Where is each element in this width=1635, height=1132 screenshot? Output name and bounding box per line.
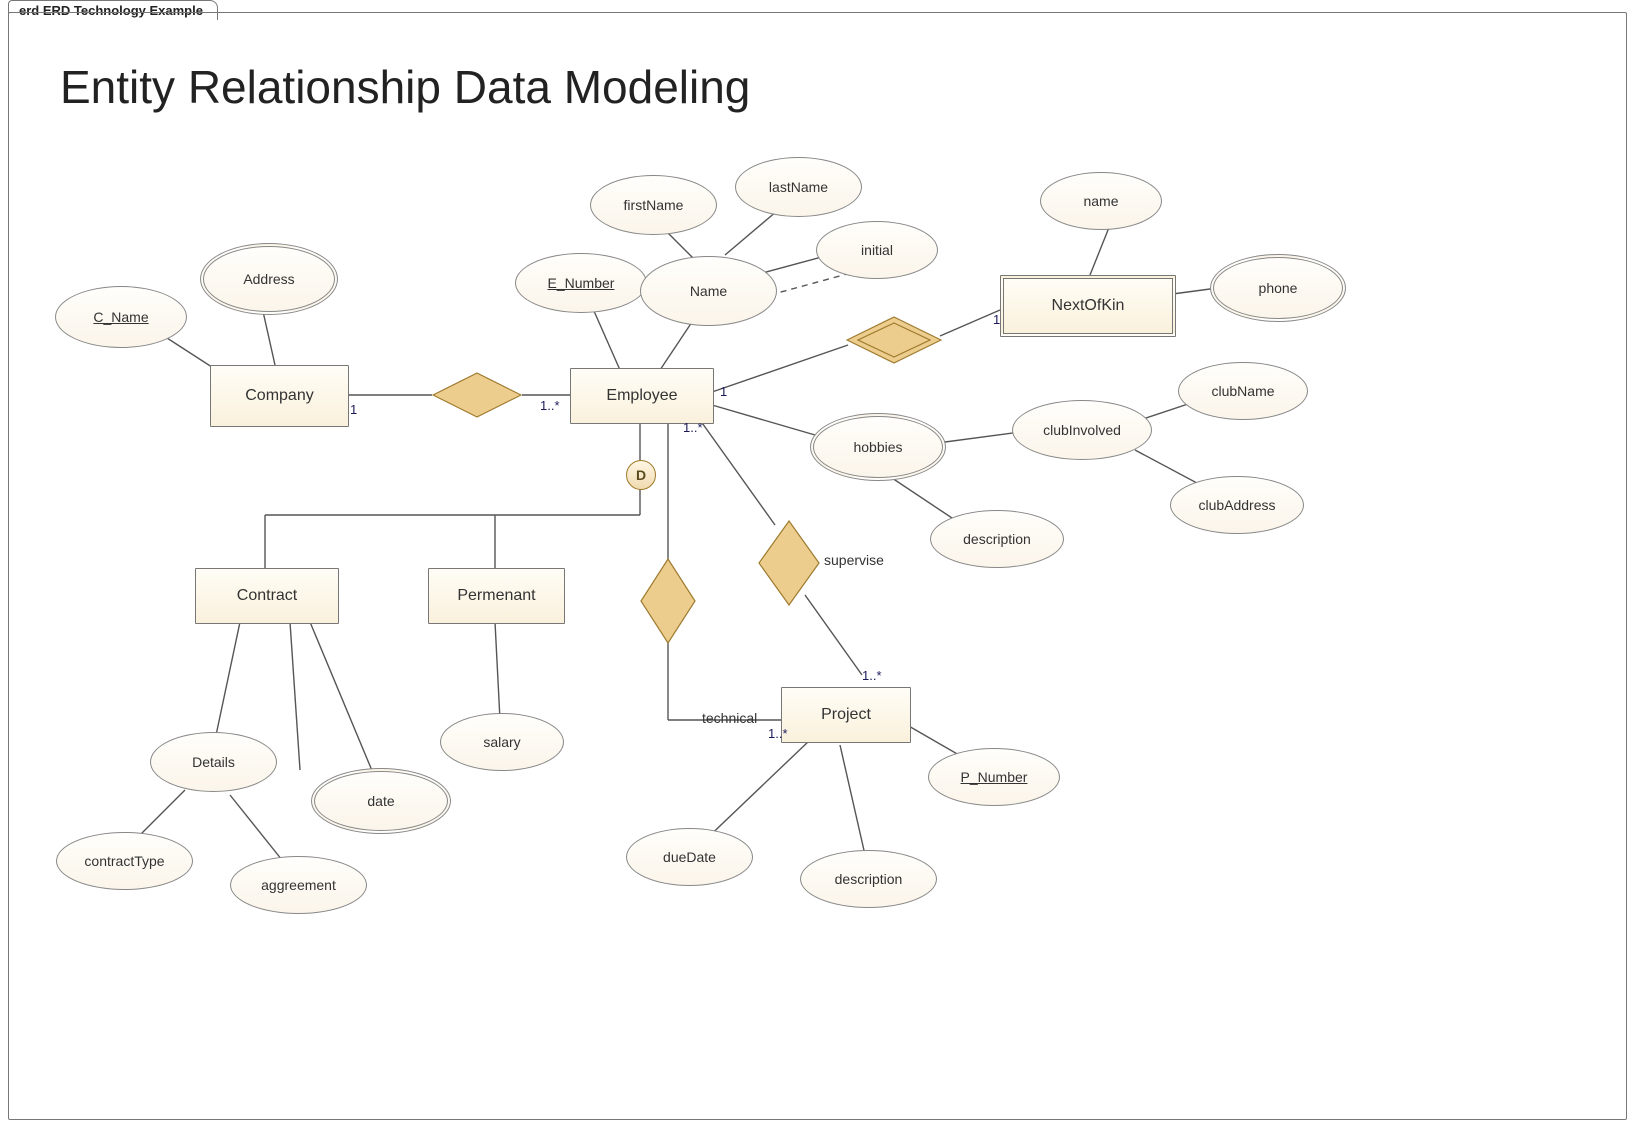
rel-label-supervise: supervise xyxy=(824,552,884,568)
disjoint-indicator[interactable]: D xyxy=(626,460,656,490)
attr-contract-type[interactable]: contractType xyxy=(56,832,193,890)
attr-nok-name[interactable]: name xyxy=(1040,172,1162,230)
attr-e-number[interactable]: E_Number xyxy=(515,253,647,313)
card-employee-company: 1..* xyxy=(540,398,560,413)
entity-contract[interactable]: Contract xyxy=(195,568,339,624)
relationship-supervise[interactable] xyxy=(758,520,820,606)
attr-first-name[interactable]: firstName xyxy=(590,175,717,235)
card-company: 1 xyxy=(350,402,357,417)
attr-details[interactable]: Details xyxy=(150,732,277,792)
attr-c-name[interactable]: C_Name xyxy=(55,286,187,348)
attr-address[interactable]: Address xyxy=(200,243,338,315)
attr-proj-description[interactable]: description xyxy=(800,850,937,908)
attr-emp-description[interactable]: description xyxy=(930,510,1064,568)
attr-aggreement[interactable]: aggreement xyxy=(230,856,367,914)
attr-hobbies[interactable]: hobbies xyxy=(810,413,946,481)
card-employee-nok: 1 xyxy=(720,384,727,399)
attr-nok-phone[interactable]: phone xyxy=(1210,254,1346,322)
entity-employee[interactable]: Employee xyxy=(570,368,714,424)
attr-last-name[interactable]: lastName xyxy=(735,157,862,217)
attr-salary[interactable]: salary xyxy=(440,713,564,771)
card-project-technical: 1..* xyxy=(768,726,788,741)
entity-next-of-kin[interactable]: NextOfKin xyxy=(1000,275,1176,337)
relationship-company-employee[interactable] xyxy=(432,372,522,418)
rel-label-technical: technical xyxy=(702,710,757,726)
entity-permanent[interactable]: Permenant xyxy=(428,568,565,624)
attr-initial[interactable]: initial xyxy=(816,221,938,279)
card-nok: 1 xyxy=(993,312,1000,327)
attr-club-involved[interactable]: clubInvolved xyxy=(1012,400,1152,460)
relationship-employee-nok[interactable] xyxy=(846,316,942,364)
attr-club-address[interactable]: clubAddress xyxy=(1170,476,1304,534)
attr-name-composite[interactable]: Name xyxy=(640,256,777,326)
entity-company[interactable]: Company xyxy=(210,365,349,427)
page-title: Entity Relationship Data Modeling xyxy=(60,60,750,114)
entity-project[interactable]: Project xyxy=(781,687,911,743)
card-employee-project: 1..* xyxy=(683,420,703,435)
attr-date[interactable]: date xyxy=(311,768,451,834)
card-project-supervise: 1..* xyxy=(862,668,882,683)
attr-due-date[interactable]: dueDate xyxy=(626,828,753,886)
relationship-technical[interactable] xyxy=(640,558,696,644)
attr-p-number[interactable]: P_Number xyxy=(928,748,1060,806)
attr-club-name[interactable]: clubName xyxy=(1178,362,1308,420)
